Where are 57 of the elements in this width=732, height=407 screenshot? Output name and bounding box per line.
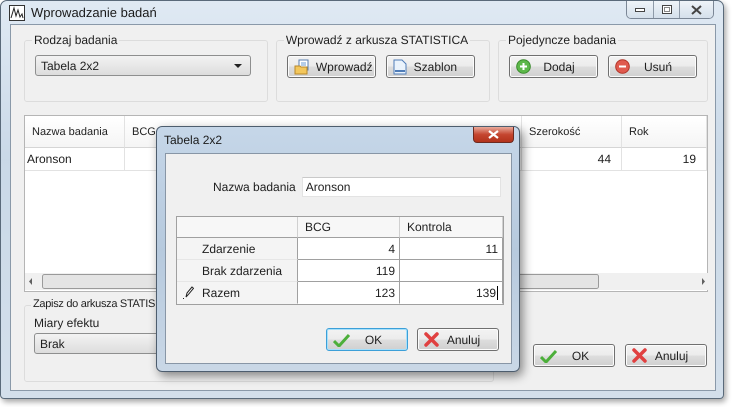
table-cell[interactable]: 119 bbox=[298, 260, 400, 282]
remove-button[interactable]: Usuń bbox=[608, 55, 697, 78]
add-button[interactable]: Dodaj bbox=[509, 55, 598, 78]
close-icon bbox=[691, 4, 702, 14]
maximize-icon bbox=[662, 5, 672, 14]
group-label: Pojedyncze badania bbox=[506, 33, 618, 47]
window-title: Wprowadzanie badań bbox=[31, 5, 157, 20]
group-label: Zapisz do arkusza STATIS bbox=[31, 298, 157, 310]
row-label: Razem bbox=[202, 286, 240, 300]
column-header[interactable]: Szerokość bbox=[522, 116, 622, 148]
import-button[interactable]: Wprowadź bbox=[286, 55, 376, 78]
table-cell[interactable]: 4 bbox=[298, 238, 400, 260]
minus-circle-icon bbox=[615, 59, 630, 74]
cancel-button[interactable]: Anuluj bbox=[625, 344, 707, 367]
close-button[interactable] bbox=[473, 127, 514, 143]
row-label: Zdarzenie bbox=[202, 242, 256, 256]
group-label: Wprowadź z arkusza STATISTICA bbox=[284, 33, 470, 47]
waveform-icon bbox=[9, 4, 25, 20]
name-input[interactable]: Aronson bbox=[302, 177, 501, 197]
cross-icon bbox=[632, 348, 647, 363]
row-header[interactable]: Razem bbox=[177, 282, 298, 304]
ok-button[interactable]: OK bbox=[533, 344, 615, 367]
minimize-button[interactable] bbox=[627, 1, 653, 18]
column-header[interactable]: Rok bbox=[622, 116, 707, 148]
column-header[interactable]: BCG bbox=[298, 217, 400, 238]
folder-document-icon bbox=[294, 58, 310, 74]
document-icon bbox=[392, 58, 407, 74]
table-cell[interactable]: 123 bbox=[298, 282, 400, 304]
row-label: Brak zdarzenia bbox=[202, 264, 282, 278]
column-header[interactable]: Nazwa badania bbox=[25, 116, 125, 148]
row-header[interactable]: Zdarzenie bbox=[177, 238, 298, 260]
close-icon bbox=[488, 130, 499, 139]
table-cell: 19 bbox=[622, 148, 707, 171]
ok-button[interactable]: OK bbox=[326, 328, 408, 351]
minimize-icon bbox=[635, 8, 645, 12]
table-cell[interactable] bbox=[400, 260, 503, 282]
cancel-button[interactable]: Anuluj bbox=[417, 328, 499, 351]
close-button[interactable] bbox=[679, 1, 713, 18]
row-header[interactable]: Brak zdarzenia bbox=[177, 260, 298, 282]
table-cell[interactable]: 139 bbox=[400, 282, 503, 304]
pencil-icon bbox=[183, 286, 194, 299]
dialog-title: Tabela 2x2 bbox=[164, 133, 222, 147]
table-cell: Aronson bbox=[25, 148, 125, 171]
group-label: Rodzaj badania bbox=[32, 33, 120, 47]
maximize-button[interactable] bbox=[653, 1, 679, 18]
table-cell: 44 bbox=[522, 148, 622, 171]
plus-circle-icon bbox=[516, 59, 531, 74]
checkmark-icon bbox=[540, 348, 557, 362]
column-header[interactable]: Kontrola bbox=[400, 217, 503, 238]
study-type-dropdown[interactable]: Tabela 2x2 bbox=[35, 55, 251, 76]
table-cell[interactable]: 11 bbox=[400, 238, 503, 260]
template-button[interactable]: Szablon bbox=[386, 55, 475, 78]
cross-icon bbox=[424, 332, 439, 347]
field-label: Miary efektu bbox=[34, 316, 100, 330]
field-label: Nazwa badania bbox=[213, 180, 296, 194]
dropdown-arrow-icon bbox=[234, 64, 242, 68]
checkmark-icon bbox=[333, 332, 350, 346]
